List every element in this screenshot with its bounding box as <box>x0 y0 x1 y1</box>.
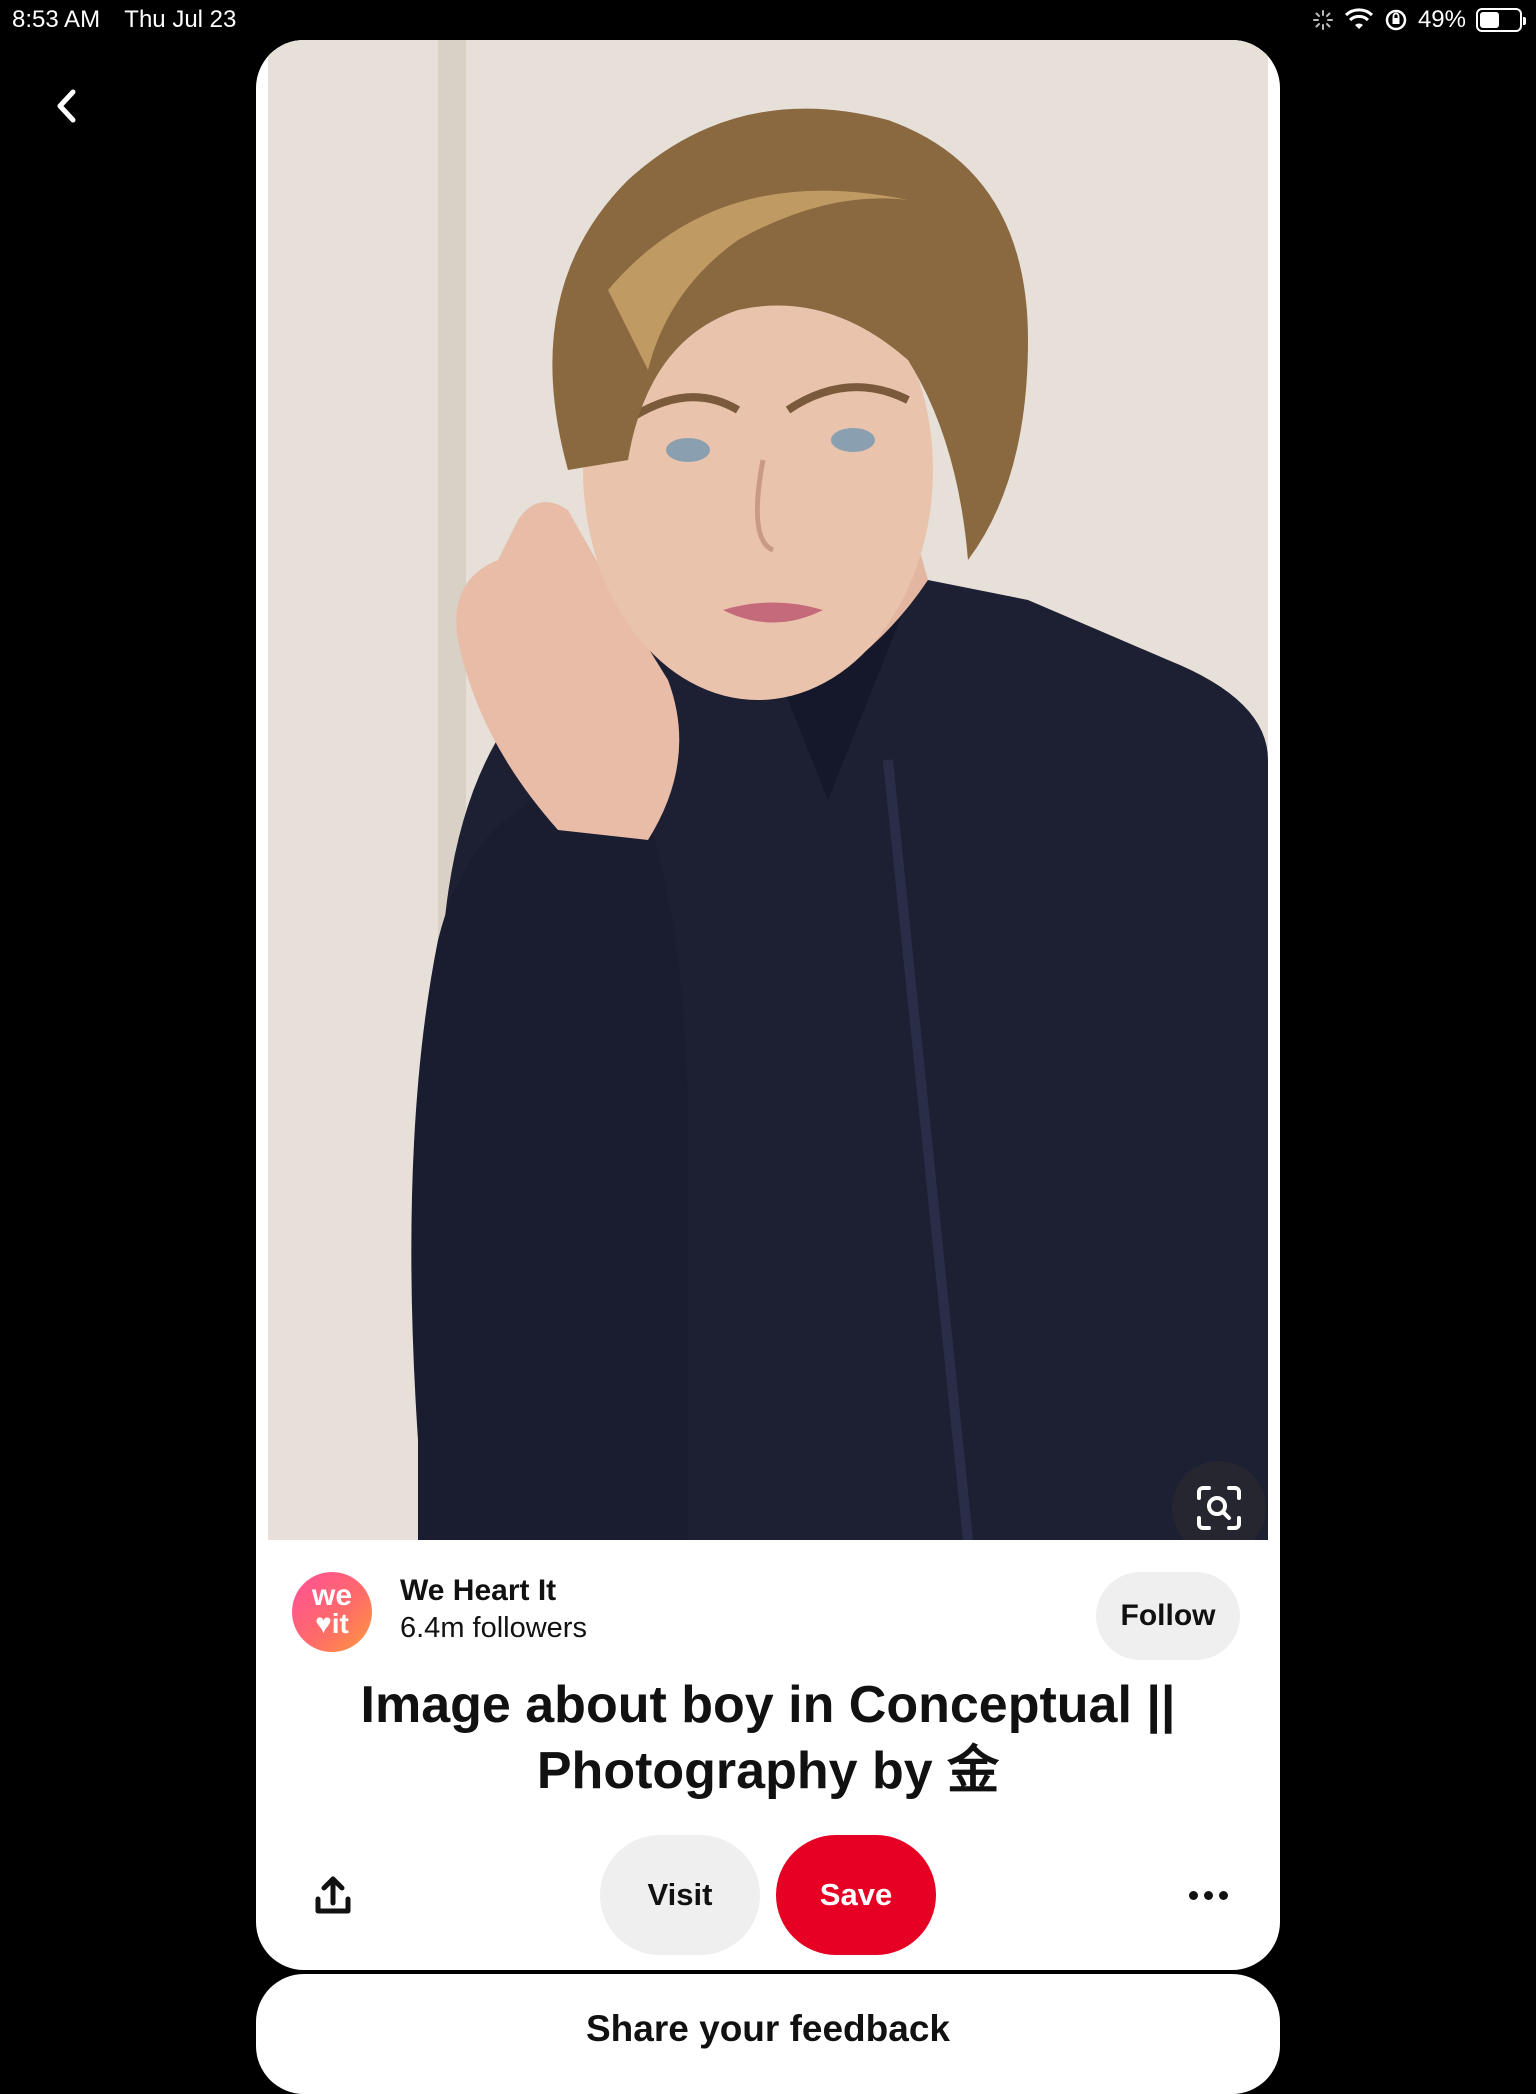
status-right: 49% <box>1312 6 1526 34</box>
visual-search-icon <box>1197 1486 1241 1530</box>
save-button[interactable]: Save <box>776 1835 936 1955</box>
pin-title: Image about boy in Conceptual || Photogr… <box>360 1676 1176 1800</box>
pin-card: we ♥it We Heart It 6.4m followers Follow… <box>256 40 1280 1970</box>
status-date: Thu Jul 23 <box>124 6 237 33</box>
follow-button[interactable]: Follow <box>1096 1572 1240 1660</box>
status-left: 8:53 AM Thu Jul 23 <box>12 6 254 34</box>
creator-followers: 6.4m followers <box>400 1612 587 1644</box>
creator-name[interactable]: We Heart It <box>400 1574 556 1608</box>
battery-icon <box>1476 8 1526 32</box>
activity-icon <box>1312 10 1333 30</box>
back-button[interactable] <box>44 84 88 128</box>
wifi-icon <box>1344 8 1373 29</box>
more-dot <box>1188 1890 1198 1900</box>
pin-image[interactable] <box>268 40 1268 1540</box>
chevron-left-icon <box>57 89 76 123</box>
status-bar: 8:53 AM Thu Jul 23 49% <box>0 0 1536 40</box>
photo-portrait <box>268 40 1268 1540</box>
creator-avatar[interactable]: we ♥it <box>292 1572 372 1652</box>
avatar-text-line2: ♥it <box>315 1608 349 1639</box>
creator-row: we ♥it We Heart It 6.4m followers Follow <box>292 1568 1244 1660</box>
battery-fill <box>1480 12 1499 28</box>
share-button[interactable] <box>308 1871 358 1921</box>
orientation-lock-icon <box>1385 9 1407 31</box>
share-icon <box>315 1876 351 1914</box>
battery-percent: 49% <box>1417 6 1466 33</box>
action-row: Visit Save <box>256 1835 1280 1955</box>
status-time: 8:53 AM <box>12 6 101 33</box>
more-dot <box>1203 1890 1213 1900</box>
more-icon[interactable] <box>1180 1875 1236 1915</box>
feedback-card[interactable]: Share your feedback <box>256 1974 1280 2094</box>
avatar-text-line1: we <box>311 1579 353 1612</box>
feedback-title: Share your feedback <box>586 2008 950 2049</box>
more-dot <box>1218 1890 1228 1900</box>
visit-button[interactable]: Visit <box>600 1835 760 1955</box>
